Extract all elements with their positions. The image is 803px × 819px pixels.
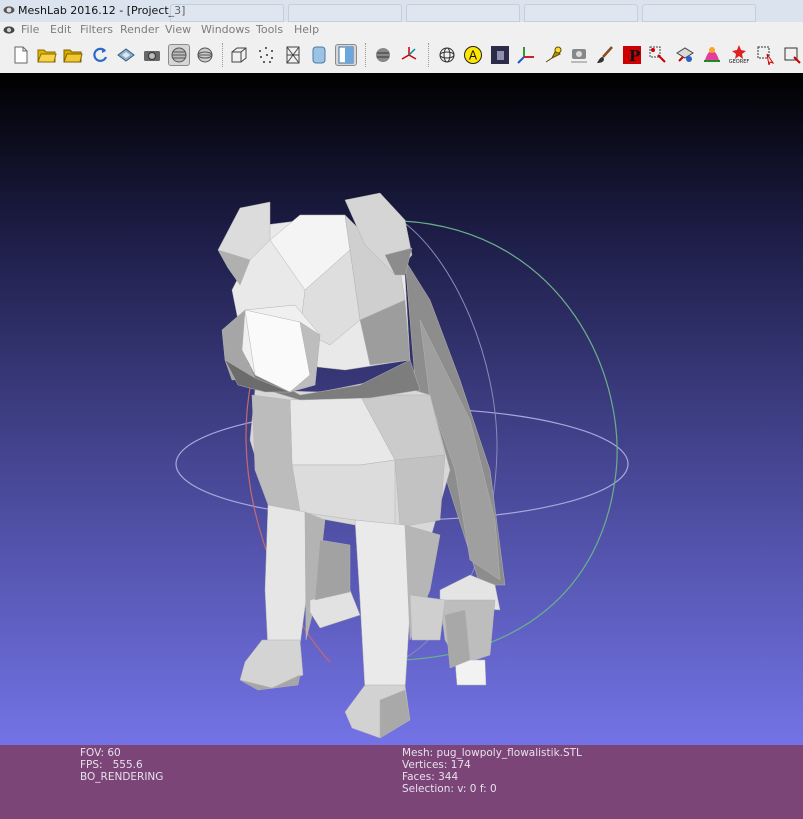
main-toolbar: A P GEOREF: [0, 38, 803, 74]
faces-row: Faces: 344: [402, 771, 582, 783]
menu-render[interactable]: Render: [120, 23, 159, 36]
menu-windows[interactable]: Windows: [201, 23, 250, 36]
bounding-box-icon[interactable]: [228, 44, 250, 66]
menu-view[interactable]: View: [165, 23, 191, 36]
menu-edit[interactable]: Edit: [50, 23, 71, 36]
3d-viewport[interactable]: [0, 73, 803, 745]
window-title: MeshLab 2016.12 - [Project_3]: [18, 4, 186, 17]
mesh-row: Mesh: pug_lowpoly_flowalistik.STL: [402, 747, 582, 759]
render-mode-icon[interactable]: [194, 44, 216, 66]
fov-label: FOV:: [80, 747, 104, 759]
pickpoint-icon[interactable]: [542, 44, 564, 66]
measure-icon[interactable]: [701, 44, 723, 66]
select-faces-icon[interactable]: [647, 44, 669, 66]
export-mesh-icon[interactable]: [115, 44, 137, 66]
annotation-icon[interactable]: A: [462, 44, 484, 66]
flat-shading-icon[interactable]: [308, 44, 330, 66]
layers-icon[interactable]: [168, 44, 190, 66]
selection-row: Selection: v: 0 f: 0: [402, 783, 582, 795]
meshlab-app-icon: [3, 6, 15, 14]
texture-icon[interactable]: [489, 44, 511, 66]
render-mode-text: BO_RENDERING: [80, 771, 164, 783]
fps-value: 555.6: [112, 759, 143, 771]
fps-label: FPS:: [80, 759, 103, 771]
paint-brush-icon[interactable]: [594, 44, 616, 66]
points-icon[interactable]: [255, 44, 277, 66]
window-titlebar: MeshLab 2016.12 - [Project_3]: [0, 0, 803, 23]
select-vertices-icon[interactable]: [674, 44, 696, 66]
fps-row: FPS: 555.6: [80, 759, 163, 771]
faces-value: 344: [438, 771, 459, 783]
trackball-icon[interactable]: [436, 44, 458, 66]
coordinate-frame-icon[interactable]: [515, 44, 537, 66]
pivot-icon[interactable]: P: [621, 44, 643, 66]
layer-stack-icon[interactable]: [372, 44, 394, 66]
mesh-scene: [175, 192, 629, 739]
svg-text:P: P: [629, 47, 640, 65]
axis-icon[interactable]: [398, 44, 420, 66]
camera-icon[interactable]: [568, 44, 590, 66]
georef-label: GEOREF: [728, 59, 750, 65]
open-folder-icon[interactable]: [36, 44, 58, 66]
fov-row: FOV: 60: [80, 747, 163, 759]
reload-icon[interactable]: [89, 44, 111, 66]
selection-label: Selection:: [402, 783, 454, 795]
pug-mesh: [217, 192, 506, 739]
vertices-value: 174: [450, 759, 471, 771]
mesh-name: pug_lowpoly_flowalistik.STL: [436, 747, 582, 759]
smooth-shading-icon[interactable]: [335, 44, 357, 66]
faces-label: Faces:: [402, 771, 435, 783]
vertices-label: Vertices:: [402, 759, 448, 771]
vertices-row: Vertices: 174: [402, 759, 582, 771]
cursor-select-icon[interactable]: [755, 44, 777, 66]
menu-help[interactable]: Help: [294, 23, 319, 36]
edit-tool-icon[interactable]: [781, 44, 803, 66]
wireframe-icon[interactable]: [282, 44, 304, 66]
menu-filters[interactable]: Filters: [80, 23, 113, 36]
new-document-icon[interactable]: [10, 44, 32, 66]
meshlab-menu-icon[interactable]: [3, 24, 15, 36]
snapshot-icon[interactable]: [141, 44, 163, 66]
mesh-label: Mesh:: [402, 747, 434, 759]
status-overlay: FOV: 60 FPS: 555.6 BO_RENDERING Mesh: pu…: [0, 745, 803, 819]
open-project-icon[interactable]: [62, 44, 84, 66]
background-browser-tabs: [170, 4, 803, 22]
selection-value: v: 0 f: 0: [457, 783, 497, 795]
menu-bar: File Edit Filters Render View Windows To…: [0, 22, 803, 38]
menu-file[interactable]: File: [21, 23, 39, 36]
fov-value: 60: [107, 747, 121, 759]
menu-tools[interactable]: Tools: [256, 23, 283, 36]
svg-text:A: A: [469, 49, 478, 63]
georef-icon[interactable]: GEOREF: [728, 44, 750, 66]
